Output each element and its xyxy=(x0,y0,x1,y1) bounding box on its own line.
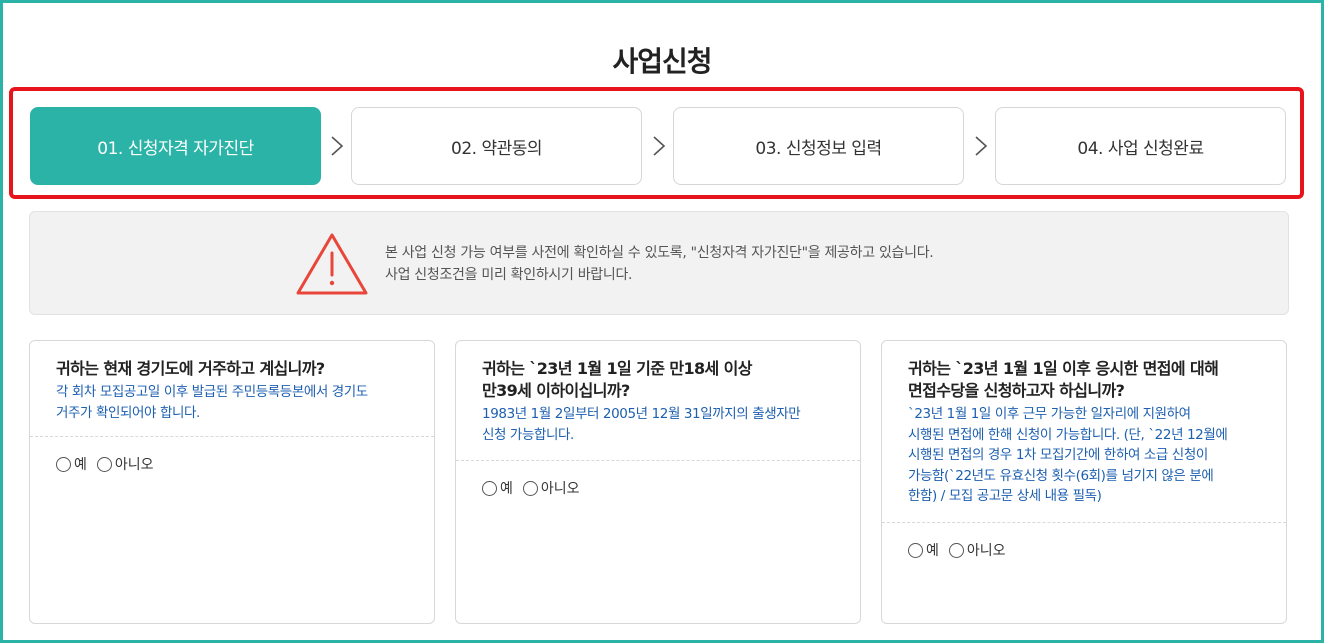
question-card-age: 귀하는 `23년 1월 1일 기준 만18세 이상 만39세 이하이십니까? 1… xyxy=(455,340,861,624)
chevron-right-icon xyxy=(652,135,668,157)
notice-box: 본 사업 신청 가능 여부를 사전에 확인하실 수 있도록, "신청자격 자가진… xyxy=(29,211,1289,315)
radio-label: 아니오 xyxy=(114,457,154,473)
question-text: 귀하는 `23년 1월 1일 기준 만18세 이상 만39세 이하이십니까? xyxy=(482,358,834,402)
radio-yes[interactable]: 예 xyxy=(908,540,939,560)
description-line: 시행된 면접의 경우 1차 모집기간에 한하여 소급 신청이 xyxy=(908,447,1208,463)
step-label: 03. 신청정보 입력 xyxy=(755,138,882,159)
notice-line: 본 사업 신청 가능 여부를 사전에 확인하실 수 있도록, "신청자격 자가진… xyxy=(385,245,934,261)
radio-label: 예 xyxy=(926,543,939,559)
radio-label: 아니오 xyxy=(540,481,580,497)
question-description: 1983년 1월 2일부터 2005년 12월 31일까지의 출생자만 신청 가… xyxy=(482,404,834,445)
step-label: 02. 약관동의 xyxy=(451,138,543,159)
step-label: 04. 사업 신청완료 xyxy=(1077,138,1204,159)
question-description: `23년 1월 1일 이후 근무 가능한 일자리에 지원하여 시행된 면접에 한… xyxy=(908,404,1260,507)
question-card-residence: 귀하는 현재 경기도에 거주하고 계십니까? 각 회차 모집공고일 이후 발급된… xyxy=(29,340,435,624)
description-line: 한함) / 모집 공고문 상세 내용 필독) xyxy=(908,488,1102,504)
radio-no[interactable]: 아니오 xyxy=(96,454,154,474)
description-line: 시행된 면접에 한해 신청이 가능합니다. (단, `22년 12월에 xyxy=(908,426,1228,443)
question-card-interview: 귀하는 `23년 1월 1일 이후 응시한 면접에 대해 면접수당을 신청하고자… xyxy=(881,340,1287,624)
question-description: 각 회차 모집공고일 이후 발급된 주민등록등본에서 경기도 거주가 확인되어야… xyxy=(56,382,408,423)
question-line: 만39세 이하이십니까? xyxy=(482,381,630,400)
chevron-right-icon xyxy=(974,135,990,157)
page-title: 사업신청 xyxy=(612,45,712,78)
question-line: 면접수당을 신청하고자 하십니까? xyxy=(908,381,1125,400)
radio-no[interactable]: 아니오 xyxy=(522,478,580,498)
radio-yes[interactable]: 예 xyxy=(56,454,87,474)
radio-button[interactable] xyxy=(522,480,538,496)
description-line: 가능함(`22년도 유효신청 횟수(6회)를 넘기지 않은 분에 xyxy=(908,467,1214,484)
question-line: 귀하는 현재 경기도에 거주하고 계십니까? xyxy=(56,359,325,378)
radio-button[interactable] xyxy=(908,542,923,558)
description-line: 신청 가능합니다. xyxy=(482,426,574,443)
step-label: 01. 신청자격 자가진단 xyxy=(97,138,254,159)
description-line: 각 회차 모집공고일 이후 발급된 주민등록등본에서 경기도 xyxy=(56,384,368,400)
radio-group: 예 아니오 xyxy=(482,478,590,498)
radio-label: 예 xyxy=(74,457,87,473)
radio-group: 예 아니오 xyxy=(908,540,1016,560)
radio-no[interactable]: 아니오 xyxy=(948,540,1006,560)
notice-line: 사업 신청조건을 미리 확인하시기 바랍니다. xyxy=(385,267,633,283)
description-line: 1983년 1월 2일부터 2005년 12월 31일까지의 출생자만 xyxy=(482,406,801,422)
chevron-right-icon xyxy=(330,135,346,157)
radio-button[interactable] xyxy=(56,456,71,472)
question-line: 귀하는 `23년 1월 1일 이후 응시한 면접에 대해 xyxy=(908,359,1219,378)
radio-label: 예 xyxy=(500,481,513,497)
question-line: 귀하는 `23년 1월 1일 기준 만18세 이상 xyxy=(482,359,752,378)
radio-button[interactable] xyxy=(96,456,112,472)
description-line: 거주가 확인되어야 합니다. xyxy=(56,404,200,421)
step-4-application-complete[interactable]: 04. 사업 신청완료 xyxy=(995,107,1286,185)
step-1-eligibility-check[interactable]: 01. 신청자격 자가진단 xyxy=(30,107,321,185)
card-divider xyxy=(882,522,1286,523)
warning-triangle-icon xyxy=(294,231,370,301)
step-2-terms-agreement[interactable]: 02. 약관동의 xyxy=(351,107,642,185)
question-text: 귀하는 현재 경기도에 거주하고 계십니까? xyxy=(56,358,408,380)
radio-button[interactable] xyxy=(482,480,497,496)
radio-group: 예 아니오 xyxy=(56,454,164,474)
radio-label: 아니오 xyxy=(966,543,1006,559)
step-3-application-info[interactable]: 03. 신청정보 입력 xyxy=(673,107,964,185)
description-line: `23년 1월 1일 이후 근무 가능한 일자리에 지원하여 xyxy=(908,406,1191,422)
radio-button[interactable] xyxy=(948,542,964,558)
notice-text: 본 사업 신청 가능 여부를 사전에 확인하실 수 있도록, "신청자격 자가진… xyxy=(385,242,934,286)
card-divider xyxy=(456,460,860,461)
card-divider xyxy=(30,436,434,437)
question-text: 귀하는 `23년 1월 1일 이후 응시한 면접에 대해 면접수당을 신청하고자… xyxy=(908,358,1260,402)
radio-yes[interactable]: 예 xyxy=(482,478,513,498)
